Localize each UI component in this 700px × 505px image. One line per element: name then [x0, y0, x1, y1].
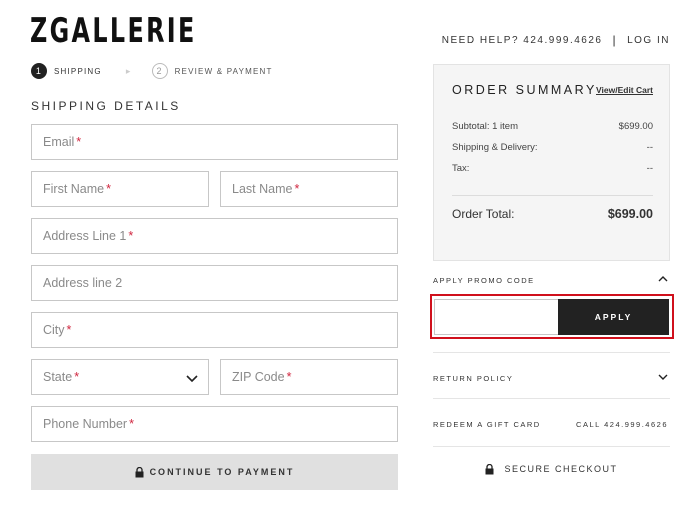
redeem-gift-card-label: REDEEM A GIFT CARD	[433, 420, 541, 429]
step-1-label: SHIPPING	[54, 66, 102, 76]
login-link[interactable]: LOG IN	[627, 35, 670, 46]
email-placeholder: Email	[43, 135, 75, 149]
zip-code-placeholder: ZIP Code	[232, 370, 285, 384]
summary-row-label: Shipping & Delivery:	[452, 142, 538, 153]
phone-number-placeholder: Phone Number	[43, 417, 128, 431]
required-mark: *	[74, 370, 80, 384]
secure-checkout-text: SECURE CHECKOUT	[504, 464, 618, 474]
chevron-right-icon: ▸	[125, 65, 132, 76]
address-line-2-field[interactable]: Address line 2	[31, 265, 398, 301]
required-mark: *	[128, 229, 134, 243]
summary-row-value: --	[646, 163, 653, 174]
last-name-field[interactable]: Last Name *	[220, 171, 398, 207]
step-2-number[interactable]: 2	[151, 63, 168, 79]
state-placeholder: State	[43, 370, 73, 384]
order-total-label: Order Total:	[452, 207, 515, 221]
first-name-field[interactable]: First Name *	[31, 171, 209, 207]
continue-to-payment-label: CONTINUE TO PAYMENT	[149, 467, 295, 477]
address-line-2-placeholder: Address line 2	[43, 276, 123, 290]
phone-number-field[interactable]: Phone Number *	[31, 406, 398, 442]
divider	[433, 446, 670, 447]
step-2-label[interactable]: REVIEW & PAYMENT	[175, 67, 273, 76]
address-line-1-field[interactable]: Address Line 1 *	[31, 218, 398, 254]
order-summary-title: ORDER SUMMARY	[452, 83, 597, 97]
address-line-1-placeholder: Address Line 1	[43, 229, 127, 243]
divider	[433, 352, 670, 353]
chevron-down-icon	[186, 375, 198, 383]
email-field[interactable]: Email *	[31, 124, 398, 160]
city-placeholder: City	[43, 323, 65, 337]
chevron-down-icon[interactable]	[657, 371, 669, 383]
zgallerie-logo[interactable]: ZGALLERIE	[30, 14, 197, 48]
city-field[interactable]: City *	[31, 312, 398, 348]
shipping-details-title: SHIPPING DETAILS	[31, 99, 181, 113]
lock-icon	[485, 464, 494, 475]
divider	[433, 398, 670, 399]
checkout-steps: 1 SHIPPING ▸ 2 REVIEW & PAYMENT	[31, 63, 273, 79]
return-policy-toggle[interactable]: RETURN POLICY	[433, 374, 513, 383]
chevron-up-icon[interactable]	[657, 273, 669, 285]
top-links-separator: |	[612, 33, 618, 47]
step-1-number: 1	[31, 63, 47, 79]
apply-promo-code-toggle[interactable]: APPLY PROMO CODE	[433, 276, 535, 285]
summary-row-tax: Tax: --	[452, 163, 653, 174]
state-select[interactable]: State *	[31, 359, 209, 395]
lock-icon	[135, 466, 144, 477]
gift-card-call-link[interactable]: CALL 424.999.4626	[576, 420, 668, 429]
required-mark: *	[286, 370, 292, 384]
order-summary-panel: ORDER SUMMARY View/Edit Cart Subtotal: 1…	[433, 64, 670, 261]
summary-divider	[452, 195, 653, 196]
required-mark: *	[294, 182, 300, 196]
secure-checkout-label: SECURE CHECKOUT	[433, 464, 670, 475]
order-total-row: Order Total: $699.00	[452, 207, 653, 221]
help-phone-text: NEED HELP? 424.999.4626	[441, 34, 603, 46]
summary-row-label: Tax:	[452, 163, 470, 174]
apply-promo-button[interactable]: APPLY	[558, 299, 669, 335]
top-links: NEED HELP? 424.999.4626 | LOG IN	[442, 33, 670, 47]
promo-code-input[interactable]	[434, 299, 559, 335]
first-name-placeholder: First Name	[43, 182, 105, 196]
view-edit-cart-link[interactable]: View/Edit Cart	[596, 85, 653, 95]
required-mark: *	[129, 417, 134, 431]
summary-row-subtotal: Subtotal: 1 item $699.00	[452, 121, 653, 132]
summary-row-value: --	[646, 142, 653, 153]
zip-code-field[interactable]: ZIP Code *	[220, 359, 398, 395]
summary-row-label: Subtotal: 1 item	[452, 121, 519, 132]
required-mark: *	[76, 135, 82, 149]
summary-row-value: $699.00	[618, 121, 653, 132]
last-name-placeholder: Last Name	[232, 182, 293, 196]
order-total-value: $699.00	[607, 207, 653, 221]
continue-to-payment-button[interactable]: CONTINUE TO PAYMENT	[31, 454, 398, 490]
required-mark: *	[106, 182, 111, 196]
summary-row-shipping: Shipping & Delivery: --	[452, 142, 653, 153]
required-mark: *	[66, 323, 72, 337]
